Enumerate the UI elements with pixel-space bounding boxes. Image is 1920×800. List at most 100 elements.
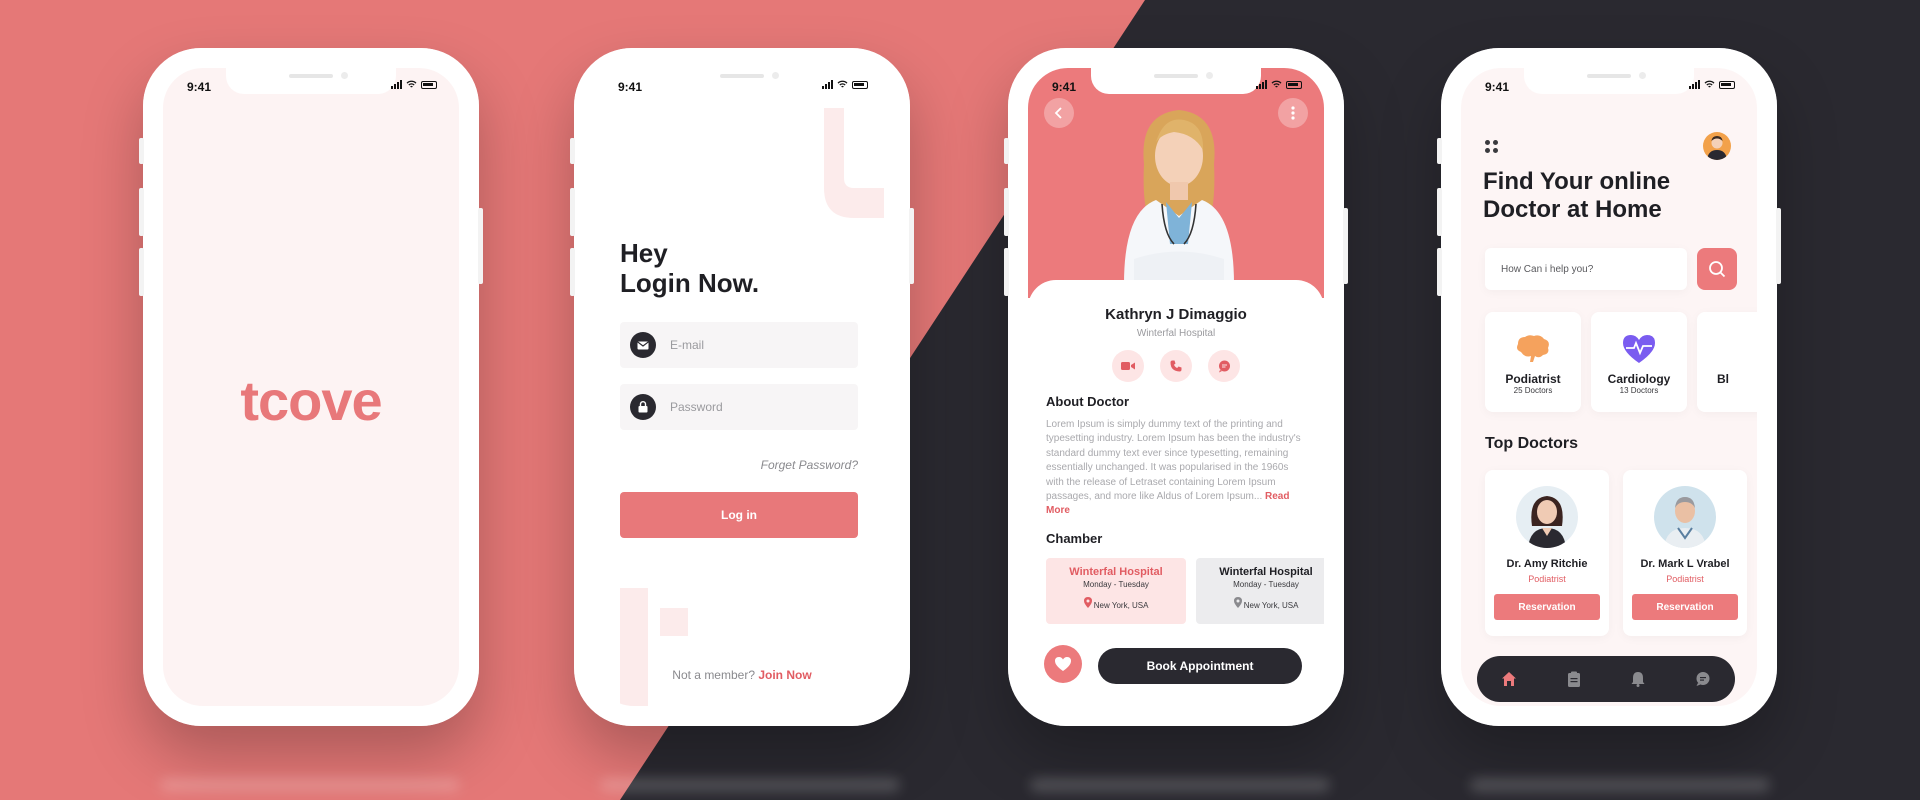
signal-icon [822,80,833,89]
status-time: 9:41 [1485,80,1510,94]
category-count: 13 Doctors [1619,386,1659,395]
reservation-button[interactable]: Reservation [1632,594,1738,620]
lock-icon [630,394,656,420]
video-icon [1121,362,1135,370]
phone-reflection [160,778,460,792]
user-avatar[interactable] [1703,132,1731,160]
phone-login: 9:41 Hey Login Now. E-mail Password Forg… [570,48,914,726]
battery-icon [421,80,437,89]
password-field[interactable]: Password [620,384,858,430]
category-name: Bl [1717,372,1729,386]
phone-icon [1170,360,1182,372]
login-title: Hey Login Now. [620,238,759,298]
bottom-nav [1477,656,1735,702]
location-pin-icon [1233,597,1242,608]
status-time: 9:41 [187,80,212,94]
about-title: About Doctor [1046,394,1130,409]
battery-icon [852,80,868,89]
wifi-icon [837,80,848,88]
login-title-line1: Hey [620,238,668,268]
chamber-location: New York, USA [1196,597,1324,610]
book-appointment-button[interactable]: Book Appointment [1098,648,1302,684]
chamber-name: Winterfal Hospital [1069,566,1163,578]
password-placeholder: Password [670,400,723,414]
signup-prompt: Not a member? Join Now [594,668,890,682]
forget-password-link[interactable]: Forget Password? [761,458,858,472]
about-text: Lorem Ipsum is simply dummy text of the … [1046,418,1308,519]
doctor-avatar [1654,486,1716,548]
profile-screen: 9:41 Kathryn J Dimaggio Winterfal Hospit… [1028,68,1324,706]
app-logo: tcove [240,369,382,432]
more-button[interactable] [1278,98,1308,128]
doctor-name: Kathryn J Dimaggio [1105,306,1247,323]
phone-reflection [1030,778,1330,792]
search-placeholder: How Can i help you? [1501,263,1594,275]
phone-reflection [600,778,900,792]
signal-icon [1256,80,1267,89]
doctor-card-specialty: Podiatrist [1528,574,1566,584]
login-screen: 9:41 Hey Login Now. E-mail Password Forg… [594,68,890,706]
phone-home: 9:41 Find Your online Doctor at Home How… [1437,48,1781,726]
search-icon [1709,261,1726,278]
back-button[interactable] [1044,98,1074,128]
home-icon[interactable] [1497,667,1521,691]
heart-pulse-icon [1623,335,1655,363]
phone-call-button[interactable] [1160,350,1192,382]
clipboard-icon[interactable] [1562,667,1586,691]
wifi-icon [1704,80,1715,88]
home-title: Find Your online Doctor at Home [1483,168,1670,224]
chamber-card[interactable]: Winterfal Hospital Monday - Tuesday New … [1046,558,1186,624]
about-body: Lorem Ipsum is simply dummy text of the … [1046,419,1301,503]
chevron-left-icon [1054,107,1062,119]
doctor-card[interactable]: Dr. Amy Ritchie Podiatrist Reservation [1485,470,1609,636]
status-bar: 9:41 [1461,68,1757,100]
home-title-line1: Find Your online [1483,168,1671,195]
email-field[interactable]: E-mail [620,322,858,368]
status-time: 9:41 [1052,80,1077,94]
menu-grid-icon[interactable] [1485,140,1498,153]
brain-icon [1517,335,1549,362]
home-title-line2: Doctor at Home [1483,196,1662,223]
login-title-line2: Login Now. [620,268,760,298]
chamber-location: New York, USA [1046,597,1186,610]
signal-icon [1689,80,1700,89]
wifi-icon [1271,80,1282,88]
favorite-button[interactable] [1044,645,1082,683]
video-call-button[interactable] [1112,350,1144,382]
search-input[interactable]: How Can i help you? [1485,248,1687,290]
join-now-link[interactable]: Join Now [758,668,811,682]
phone-reflection [1470,778,1770,792]
bell-icon[interactable] [1626,667,1650,691]
doctor-card-name: Dr. Mark L Vrabel [1640,558,1730,570]
doctor-photo [1124,110,1234,284]
top-doctors-title: Top Doctors [1485,435,1579,452]
doctor-card-name: Dr. Amy Ritchie [1506,558,1588,570]
category-card[interactable]: Bl [1697,312,1757,412]
more-vertical-icon [1291,106,1295,120]
phone-splash: 9:41 tcove [139,48,483,726]
category-count: 25 Doctors [1513,386,1553,395]
status-bar: 9:41 [163,68,459,100]
wifi-icon [406,80,417,88]
reservation-button[interactable]: Reservation [1494,594,1600,620]
category-card[interactable]: Podiatrist 25 Doctors [1485,312,1581,412]
doctor-card[interactable]: Dr. Mark L Vrabel Podiatrist Reservation [1623,470,1747,636]
status-time: 9:41 [618,80,643,94]
status-bar: 9:41 [1028,68,1324,100]
chat-icon [1218,360,1230,372]
decor-shape [824,108,884,218]
chat-button[interactable] [1208,350,1240,382]
battery-icon [1719,80,1735,89]
doctor-card-specialty: Podiatrist [1666,574,1704,584]
battery-icon [1286,80,1302,89]
search-button[interactable] [1697,248,1737,290]
category-card[interactable]: Cardiology 13 Doctors [1591,312,1687,412]
category-name: Podiatrist [1505,372,1561,386]
signal-icon [391,80,402,89]
chamber-card[interactable]: Winterfal Hospital Monday - Tuesday New … [1196,558,1324,624]
chat-icon[interactable] [1691,667,1715,691]
category-name: Cardiology [1607,372,1671,386]
chamber-location-text: New York, USA [1093,601,1149,610]
splash-screen: 9:41 tcove [163,68,459,706]
login-button[interactable]: Log in [620,492,858,538]
